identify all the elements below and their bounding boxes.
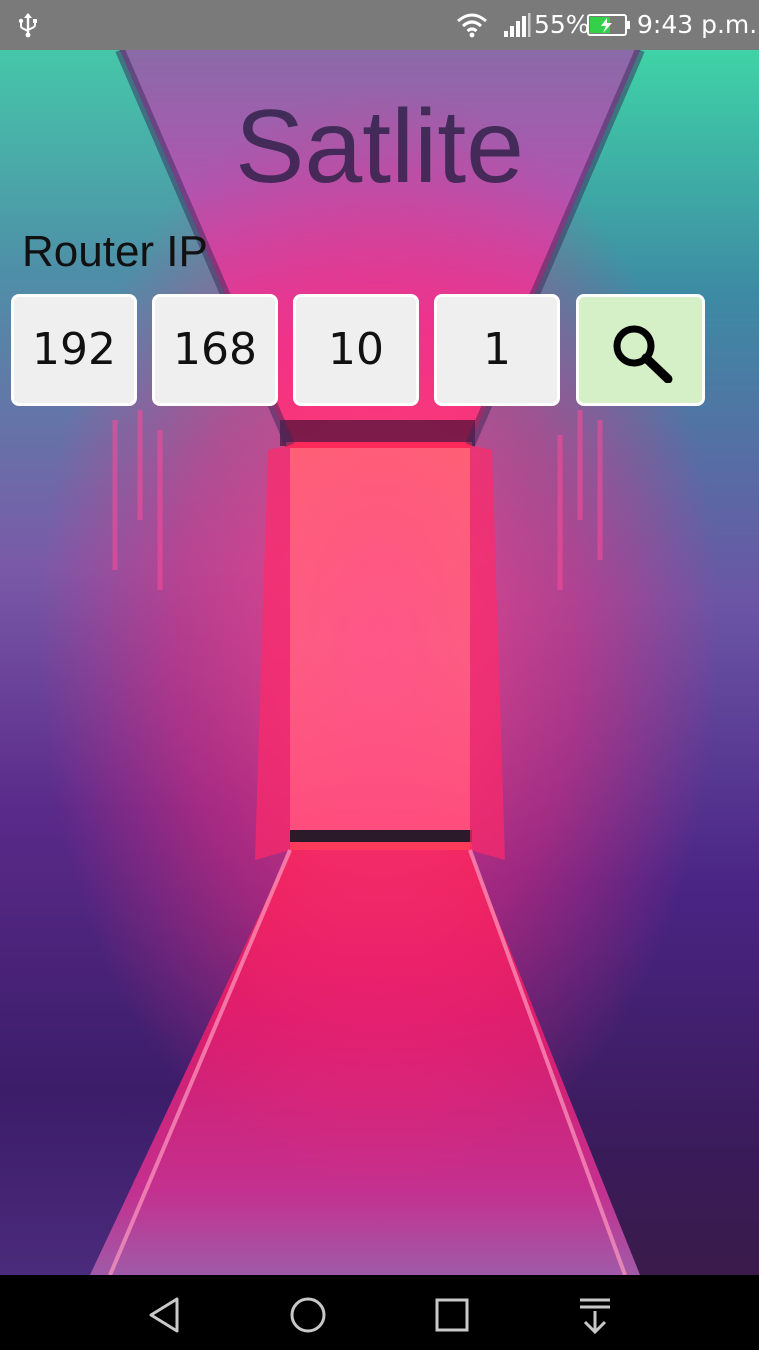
recent-apps-icon[interactable] [432, 1295, 472, 1335]
ip-octet-3-field[interactable]: 10 [293, 294, 419, 406]
ip-octet-2-field[interactable]: 168 [152, 294, 278, 406]
home-icon[interactable] [288, 1295, 328, 1335]
status-bar: 55% 9:43 p.m. [0, 0, 759, 50]
battery-percentage: 55% [534, 10, 590, 39]
usb-icon [18, 13, 37, 38]
status-clock: 9:43 p.m. [637, 10, 758, 39]
search-icon [613, 325, 673, 383]
signal-icon [504, 13, 531, 37]
router-ip-label: Router IP [22, 227, 208, 276]
battery-charging-icon [587, 14, 630, 36]
ip-octet-1-field[interactable]: 192 [11, 294, 137, 406]
navigation-bar [0, 1275, 759, 1350]
notifications-icon[interactable] [575, 1295, 615, 1335]
search-button[interactable] [576, 294, 705, 406]
back-icon[interactable] [144, 1295, 184, 1335]
app-title: Satlite [234, 89, 525, 205]
wifi-icon [457, 13, 487, 38]
ip-octet-4-field[interactable]: 1 [434, 294, 560, 406]
app-screen: 55% 9:43 p.m. Satlite Router IP 192 168 … [0, 0, 759, 1350]
